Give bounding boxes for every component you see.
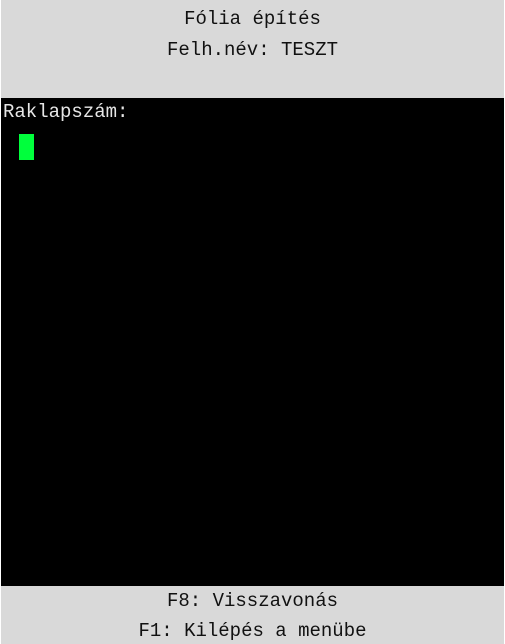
user-name-line: Felh.név: TESZT — [166, 39, 339, 61]
terminal-screen[interactable]: Raklapszám: — [1, 98, 504, 586]
pallet-number-input-cursor[interactable] — [19, 134, 34, 160]
terminal-window: Fólia építés Felh.név: TESZT Raklapszám:… — [1, 0, 504, 644]
pallet-number-label: Raklapszám: — [3, 101, 129, 123]
undo-shortcut-hint: F8: Visszavonás — [166, 590, 339, 612]
header-bar: Fólia építés Felh.név: TESZT — [1, 0, 504, 98]
footer-bar: F8: Visszavonás F1: Kilépés a menübe — [1, 586, 504, 644]
exit-to-menu-shortcut-hint: F1: Kilépés a menübe — [138, 620, 367, 642]
screen-title: Fólia építés — [184, 8, 321, 30]
